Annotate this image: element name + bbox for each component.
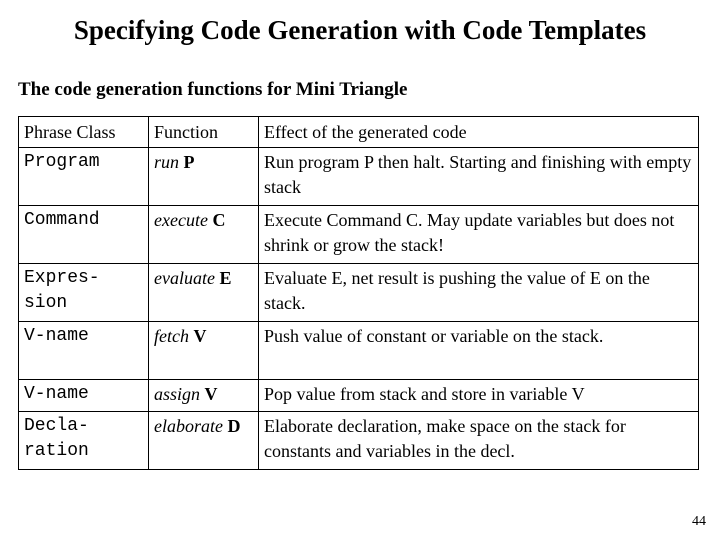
slide-subtitle: The code generation functions for Mini T… bbox=[18, 79, 408, 100]
function-name: fetch bbox=[154, 326, 189, 346]
cell-phrase-class: V-name bbox=[18, 321, 149, 380]
table-row: V-name assign V Pop value from stack and… bbox=[18, 379, 699, 412]
table-row: Expres- sion evaluate E Evaluate E, net … bbox=[18, 263, 699, 322]
column-header-function: Function bbox=[148, 116, 259, 148]
code-generation-functions-table: Phrase Class Function Effect of the gene… bbox=[18, 116, 699, 470]
cell-effect: Elaborate declaration, make space on the… bbox=[258, 411, 699, 470]
cell-function: run P bbox=[148, 147, 259, 206]
cell-phrase-class: Program bbox=[18, 147, 149, 206]
page-number: 44 bbox=[692, 514, 706, 529]
page-title: Specifying Code Generation with Code Tem… bbox=[73, 15, 647, 45]
cell-effect: Push value of constant or variable on th… bbox=[258, 321, 699, 380]
function-name: run bbox=[154, 152, 180, 172]
function-name: evaluate bbox=[154, 268, 215, 288]
function-argument: V bbox=[193, 326, 207, 346]
table-row: Command execute C Execute Command C. May… bbox=[18, 205, 699, 264]
cell-phrase-class: Expres- sion bbox=[18, 263, 149, 322]
cell-phrase-class: Command bbox=[18, 205, 149, 264]
cell-effect: Pop value from stack and store in variab… bbox=[258, 379, 699, 412]
cell-effect: Run program P then halt. Starting and fi… bbox=[258, 147, 699, 206]
cell-function: evaluate E bbox=[148, 263, 259, 322]
cell-function: execute C bbox=[148, 205, 259, 264]
column-header-phrase-class: Phrase Class bbox=[18, 116, 149, 148]
function-name: execute bbox=[154, 210, 208, 230]
cell-function: fetch V bbox=[148, 321, 259, 380]
function-argument: D bbox=[227, 416, 241, 436]
column-header-effect: Effect of the generated code bbox=[258, 116, 699, 148]
cell-phrase-class: V-name bbox=[18, 379, 149, 412]
cell-effect: Evaluate E, net result is pushing the va… bbox=[258, 263, 699, 322]
cell-effect: Execute Command C. May update variables … bbox=[258, 205, 699, 264]
table-row: V-name fetch V Push value of constant or… bbox=[18, 321, 699, 380]
table-header-row: Phrase Class Function Effect of the gene… bbox=[18, 116, 699, 148]
table-row: Decla- ration elaborate D Elaborate decl… bbox=[18, 411, 699, 470]
function-argument: C bbox=[212, 210, 226, 230]
slide: Specifying Code Generation with Code Tem… bbox=[0, 0, 720, 540]
function-name: assign bbox=[154, 384, 201, 404]
cell-function: assign V bbox=[148, 379, 259, 412]
cell-function: elaborate D bbox=[148, 411, 259, 470]
function-argument: E bbox=[219, 268, 232, 288]
function-name: elaborate bbox=[154, 416, 223, 436]
cell-phrase-class: Decla- ration bbox=[18, 411, 149, 470]
function-argument: P bbox=[183, 152, 195, 172]
function-argument: V bbox=[204, 384, 218, 404]
table-row: Program run P Run program P then halt. S… bbox=[18, 147, 699, 206]
